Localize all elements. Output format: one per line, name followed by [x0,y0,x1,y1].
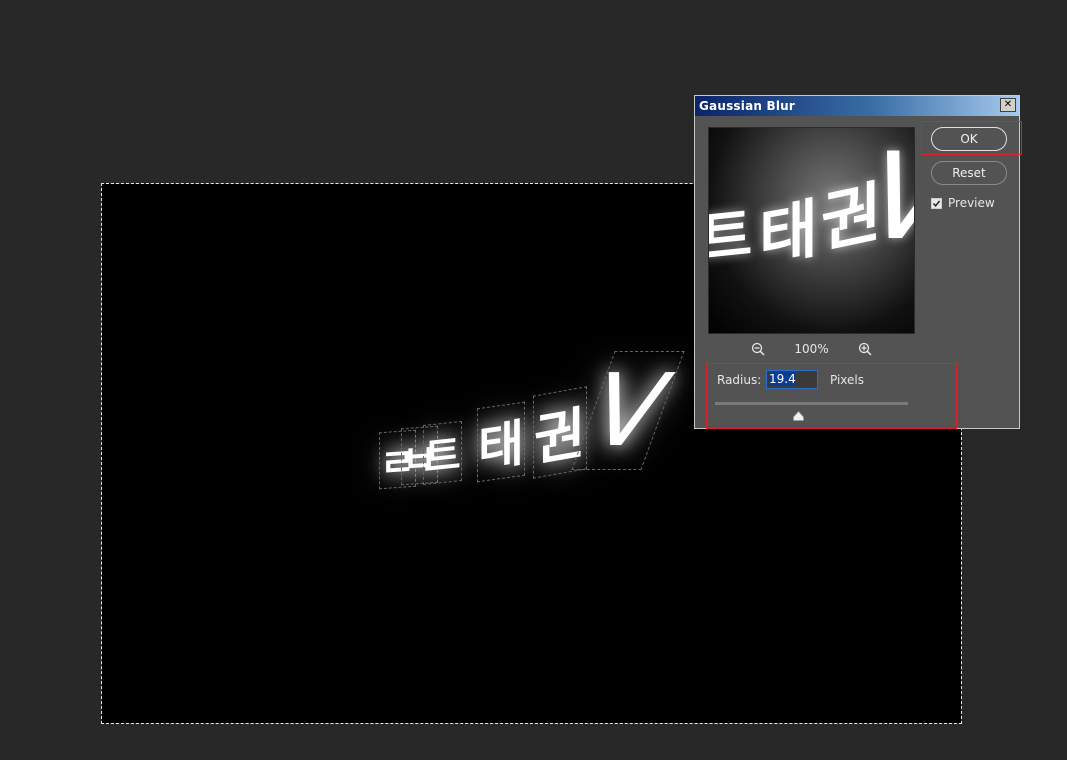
zoom-out-icon[interactable] [750,341,766,357]
preview-glyph: 트 [708,200,753,274]
preview-artwork: 트 태 권 V [709,128,914,333]
canvas-glyph: 태 [477,401,525,483]
dialog-titlebar[interactable]: Gaussian Blur [695,96,1019,116]
radius-slider-thumb[interactable] [793,406,804,421]
ok-button[interactable]: OK [931,127,1007,151]
canvas-glyph: 트 [423,420,462,486]
canvas-glyph: V [571,351,686,470]
reset-button[interactable]: Reset [931,161,1007,185]
zoom-level: 100% [794,342,829,356]
close-icon: ✕ [1003,99,1013,110]
radius-input[interactable]: 19.4 [766,370,818,389]
radius-label: Radius: [717,373,762,387]
radius-units: Pixels [830,373,865,387]
preview-checkbox[interactable] [931,197,942,209]
preview-glyph: 태 [759,191,818,277]
radius-slider-track[interactable] [715,402,908,405]
close-button[interactable]: ✕ [1000,98,1016,112]
checkmark-icon [932,200,941,207]
preview-image[interactable]: 트 태 권 V [708,127,915,334]
radius-value: 19.4 [769,372,796,386]
preview-label: Preview [948,196,995,210]
zoom-controls: 100% [708,340,915,358]
dialog-title: Gaussian Blur [699,99,796,113]
preview-toggle[interactable]: Preview [931,196,995,210]
zoom-in-icon[interactable] [857,341,873,357]
gaussian-blur-dialog: Gaussian Blur ✕ 트 태 권 V 100% OK Reset Pr… [694,95,1022,429]
